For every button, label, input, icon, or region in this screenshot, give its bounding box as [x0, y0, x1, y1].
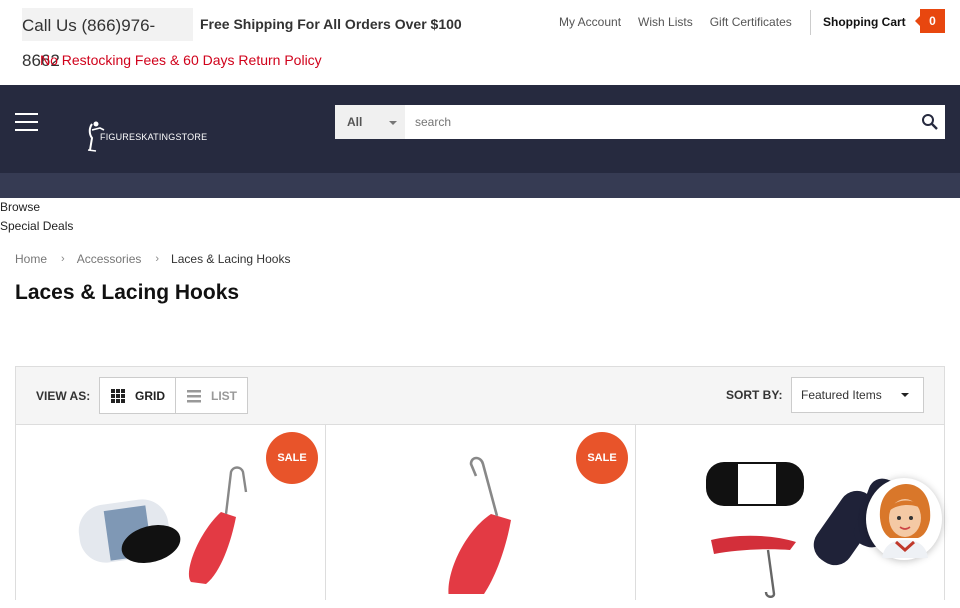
- product-toolbar: VIEW AS: GRID LIST SORT BY: Featured Ite…: [15, 366, 945, 425]
- chevron-right-icon: ›: [61, 253, 65, 265]
- list-icon: [187, 389, 201, 402]
- breadcrumb-home[interactable]: Home: [15, 252, 47, 266]
- menu-browse[interactable]: Browse: [0, 200, 40, 214]
- view-as-label: VIEW AS:: [36, 389, 91, 403]
- sale-badge: SALE: [266, 432, 318, 484]
- search-bar: All: [335, 105, 945, 139]
- search-category-select[interactable]: All: [335, 105, 405, 139]
- product-grid: SALE SALE: [15, 424, 945, 600]
- support-agent-icon: [879, 484, 931, 558]
- wish-lists-link[interactable]: Wish Lists: [638, 15, 693, 29]
- list-label: LIST: [211, 388, 237, 403]
- product-image[interactable]: [71, 462, 271, 602]
- chevron-down-icon: [389, 121, 397, 125]
- search-icon[interactable]: [921, 113, 939, 131]
- sort-value: Featured Items: [801, 388, 882, 402]
- account-links: My Account Wish Lists Gift Certificates: [559, 15, 809, 29]
- logo-text: FIGURESKATINGSTORE: [100, 132, 207, 142]
- sort-select[interactable]: Featured Items: [791, 377, 924, 413]
- shipping-banner: Free Shipping For All Orders Over $100: [200, 16, 462, 32]
- product-image[interactable]: [381, 454, 581, 594]
- grid-icon: [111, 388, 125, 403]
- breadcrumb-current: Laces & Lacing Hooks: [171, 252, 291, 266]
- breadcrumb-accessories[interactable]: Accessories: [77, 252, 142, 266]
- shopping-cart-link[interactable]: Shopping Cart: [823, 15, 906, 29]
- sale-badge: SALE: [576, 432, 628, 484]
- grid-label: GRID: [135, 388, 165, 403]
- store-logo[interactable]: FIGURESKATINGSTORE: [86, 120, 211, 154]
- search-category-value: All: [347, 115, 363, 129]
- page-title: Laces & Lacing Hooks: [15, 281, 240, 304]
- sub-navbar: [0, 173, 960, 198]
- my-account-link[interactable]: My Account: [559, 15, 621, 29]
- menu-special-deals[interactable]: Special Deals: [0, 219, 73, 233]
- sort-by-label: SORT BY:: [726, 388, 783, 402]
- cart-count-badge[interactable]: 0: [915, 9, 945, 33]
- breadcrumb: Home › Accessories › Laces & Lacing Hook…: [15, 252, 290, 266]
- phone-number[interactable]: Call Us (866)976-8662: [22, 8, 193, 70]
- chevron-down-icon: [901, 393, 909, 397]
- gift-certificates-link[interactable]: Gift Certificates: [710, 15, 792, 29]
- chevron-right-icon: ›: [155, 253, 160, 265]
- grid-view-button[interactable]: GRID: [99, 377, 176, 414]
- top-bar: Call Us (866)976-8662 Free Shipping For …: [0, 0, 960, 85]
- live-chat-button[interactable]: [866, 478, 942, 560]
- header-divider: [810, 10, 811, 35]
- hamburger-menu-icon[interactable]: [15, 113, 38, 131]
- list-view-button[interactable]: LIST: [175, 377, 248, 414]
- return-policy-banner: No Restocking Fees & 60 Days Return Poli…: [40, 52, 322, 68]
- search-input[interactable]: [407, 105, 907, 139]
- product-card[interactable]: SALE: [16, 424, 326, 600]
- product-card[interactable]: SALE: [326, 424, 636, 600]
